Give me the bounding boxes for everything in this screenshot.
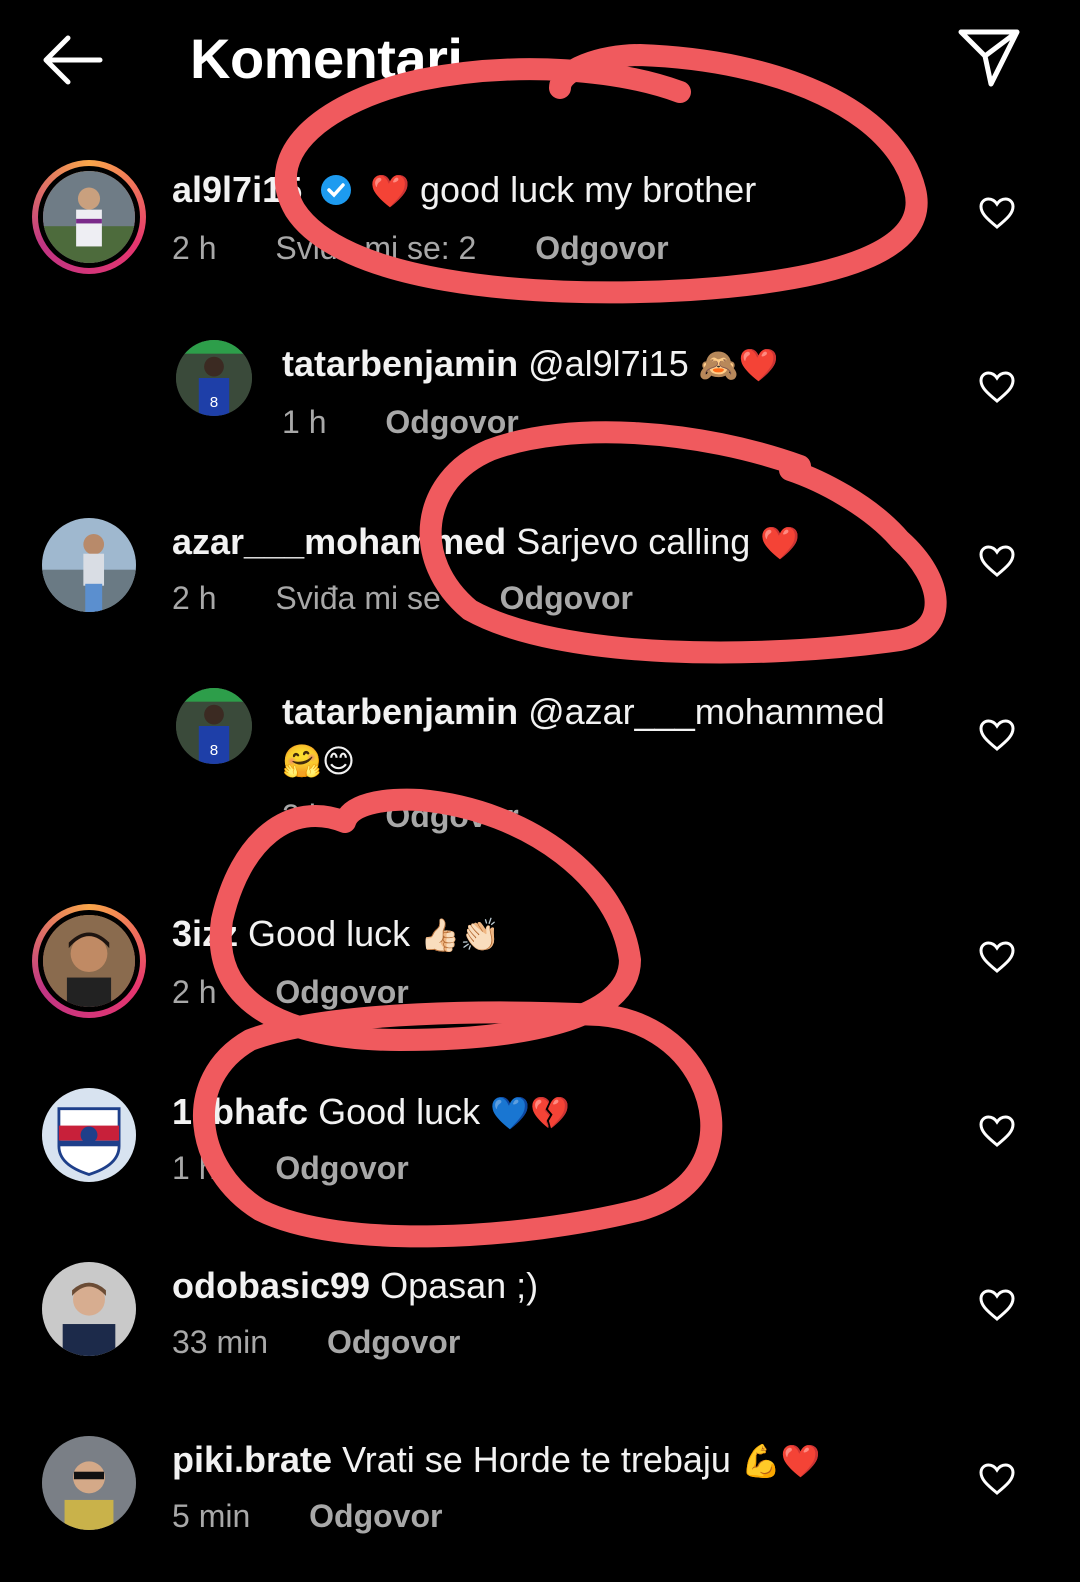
comment-text: tatarbenjamin @azar___mohammed 🤗😊 — [282, 688, 922, 785]
send-icon — [958, 29, 1020, 87]
comment-text: odobasic99 Opasan ;) — [172, 1262, 538, 1310]
avatar[interactable] — [42, 518, 136, 612]
comment-emoji: 🙈❤️ — [698, 346, 779, 384]
comment-meta: 2 h Sviđa mi se: 2 Odgovor — [172, 230, 719, 267]
comment-meta: 2 h Sviđa mi se Odgovor — [172, 580, 683, 617]
comment-body: good luck my brother — [420, 169, 757, 210]
reply-button[interactable]: Odgovor — [327, 1324, 460, 1360]
heart-outline-icon[interactable] — [978, 544, 1016, 578]
mention-link[interactable]: @al9l7i15 — [528, 343, 689, 384]
likes-count[interactable]: Sviđa mi se: 2 — [275, 230, 476, 266]
comment-meta: 2 h Odgovor — [172, 974, 459, 1011]
mention-link[interactable]: @azar___mohammed — [528, 691, 885, 732]
avatar[interactable] — [42, 1436, 136, 1530]
timestamp: 2 h — [172, 230, 217, 266]
likes-count[interactable]: Sviđa mi se — [275, 580, 440, 616]
timestamp: 2 h — [172, 974, 217, 1010]
header: Komentari — [0, 0, 1080, 120]
heart-outline-icon[interactable] — [978, 718, 1016, 752]
username[interactable]: 1abhafc — [172, 1091, 308, 1132]
share-button[interactable] — [955, 24, 1025, 90]
heart-outline-icon[interactable] — [978, 370, 1016, 404]
comment-body: Sarjevo calling — [516, 521, 751, 562]
timestamp: 33 min — [172, 1324, 269, 1360]
comment-text: piki.brate Vrati se Horde te trebaju 💪❤️ — [172, 1436, 821, 1485]
comment-text: tatarbenjamin @al9l7i15 🙈❤️ — [282, 340, 778, 389]
comment-emoji: ❤️ — [760, 524, 801, 562]
username[interactable]: al9l7i15 — [172, 169, 302, 210]
timestamp: 2 h — [172, 580, 217, 616]
comment-text: al9l7i15 ❤️ good luck my brother — [172, 166, 756, 215]
svg-text:8: 8 — [210, 742, 218, 759]
back-button[interactable] — [38, 30, 108, 90]
heart-outline-icon[interactable] — [978, 1462, 1016, 1496]
comment-body: Good luck — [248, 913, 411, 954]
timestamp: 2 h — [282, 798, 327, 834]
comment-emoji: 👍🏻👏🏻 — [420, 916, 500, 954]
svg-text:8: 8 — [210, 394, 218, 411]
comment-body: Opasan ;) — [380, 1265, 539, 1306]
heart-emoji: ❤️ — [370, 172, 410, 210]
comment-body: Vrati se Horde te trebaju — [342, 1439, 731, 1480]
comment-text: 3izz Good luck 👍🏻👏🏻 — [172, 910, 500, 959]
username[interactable]: odobasic99 — [172, 1265, 370, 1306]
comment-meta: 33 min Odgovor — [172, 1324, 510, 1361]
comment-emoji: 💙💔 — [490, 1094, 570, 1132]
reply-button[interactable]: Odgovor — [535, 230, 668, 266]
reply-button[interactable]: Odgovor — [500, 580, 633, 616]
heart-outline-icon[interactable] — [978, 196, 1016, 230]
avatar[interactable] — [32, 160, 146, 274]
avatar[interactable] — [42, 1088, 136, 1182]
page-title: Komentari — [190, 27, 463, 90]
avatar[interactable] — [42, 1262, 136, 1356]
reply-button[interactable]: Odgovor — [275, 1150, 408, 1186]
comment-meta: 1 h Odgovor — [172, 1150, 459, 1187]
avatar[interactable] — [32, 904, 146, 1018]
timestamp: 1 h — [172, 1150, 217, 1186]
heart-outline-icon[interactable] — [978, 1288, 1016, 1322]
heart-outline-icon[interactable] — [978, 1114, 1016, 1148]
reply-button[interactable]: Odgovor — [385, 798, 518, 834]
comment-meta: 5 min Odgovor — [172, 1498, 492, 1535]
timestamp: 1 h — [282, 404, 327, 440]
reply-button[interactable]: Odgovor — [275, 974, 408, 1010]
username[interactable]: tatarbenjamin — [282, 691, 518, 732]
avatar[interactable]: 8 — [176, 340, 252, 416]
timestamp: 5 min — [172, 1498, 251, 1534]
username[interactable]: azar___mohammed — [172, 521, 506, 562]
avatar[interactable]: 8 — [176, 688, 252, 764]
arrow-left-icon — [43, 35, 103, 85]
comments-screen: Komentari al9l7i15 ❤️ good luck my broth… — [0, 0, 1080, 1582]
verified-badge-icon — [320, 170, 352, 205]
comment-emoji: 🤗😊 — [282, 742, 356, 780]
heart-outline-icon[interactable] — [978, 940, 1016, 974]
username[interactable]: piki.brate — [172, 1439, 332, 1480]
comment-meta: 1 h Odgovor — [282, 404, 569, 441]
comment-text: 1abhafc Good luck 💙💔 — [172, 1088, 570, 1137]
username[interactable]: 3izz — [172, 913, 238, 954]
comment-meta: 2 h Odgovor — [282, 798, 569, 835]
comment-emoji: 💪❤️ — [740, 1442, 821, 1480]
comment-text: azar___mohammed Sarjevo calling ❤️ — [172, 518, 800, 567]
reply-button[interactable]: Odgovor — [385, 404, 518, 440]
username[interactable]: tatarbenjamin — [282, 343, 518, 384]
reply-button[interactable]: Odgovor — [309, 1498, 442, 1534]
comment-body: Good luck — [318, 1091, 481, 1132]
